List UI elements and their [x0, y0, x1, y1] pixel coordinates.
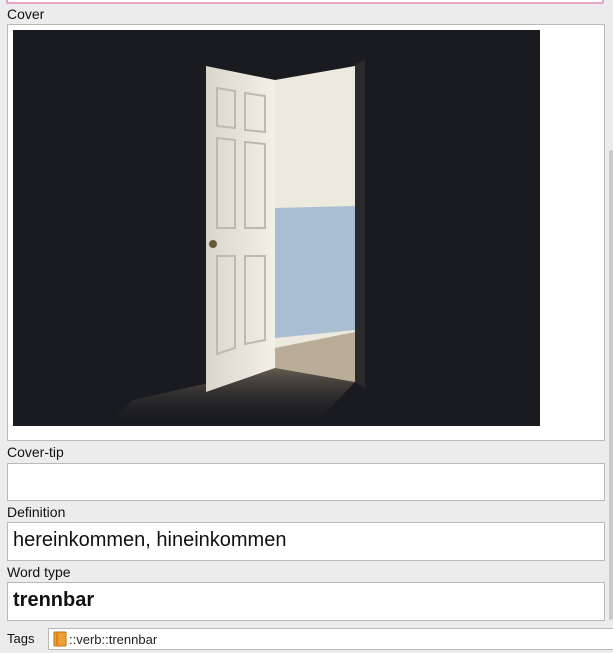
word-type-field[interactable]: trennbar — [7, 582, 605, 621]
tags-value: ::verb::trennbar — [69, 632, 158, 647]
definition-label: Definition — [7, 504, 66, 520]
cover-tip-field[interactable] — [7, 463, 605, 501]
scrollbar[interactable] — [609, 150, 613, 620]
word-type-label: Word type — [7, 564, 71, 580]
cover-image — [13, 30, 540, 426]
definition-field[interactable]: hereinkommen, hineinkommen — [7, 522, 605, 561]
definition-value: hereinkommen, hineinkommen — [13, 529, 287, 551]
tags-input[interactable]: ::verb::trennbar — [48, 628, 613, 650]
cover-label: Cover — [7, 6, 45, 22]
cover-field[interactable] — [7, 24, 605, 441]
word-type-value: trennbar — [13, 589, 95, 611]
cover-tip-label: Cover-tip — [7, 444, 64, 460]
tags-label: Tags — [7, 631, 35, 646]
tag-book-icon — [53, 631, 67, 647]
previous-field-focused[interactable] — [6, 0, 604, 4]
